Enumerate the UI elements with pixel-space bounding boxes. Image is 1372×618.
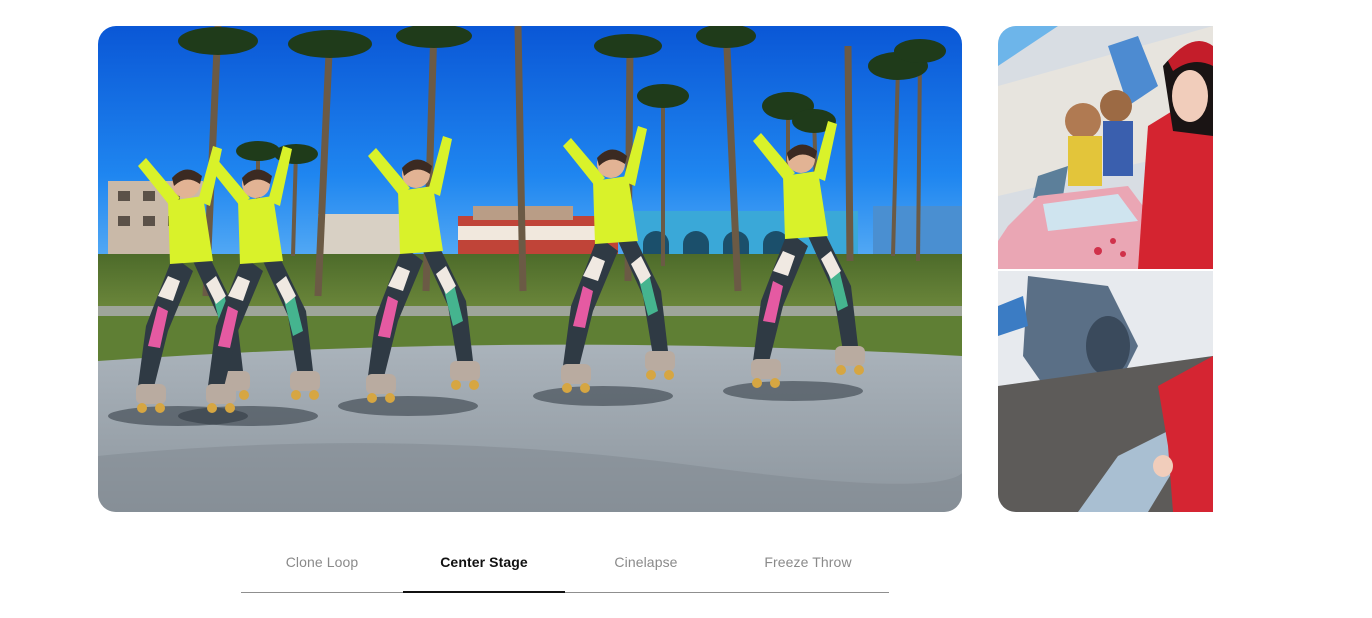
- tab-center-stage[interactable]: Center Stage: [403, 532, 565, 593]
- feature-tabs: Clone Loop Center Stage Cinelapse Freeze…: [241, 532, 889, 593]
- carousel-main-slide[interactable]: [98, 26, 962, 512]
- mural-dancer-image: [998, 26, 1213, 512]
- skater-clone-image: [98, 26, 962, 512]
- tab-cinelapse[interactable]: Cinelapse: [565, 532, 727, 592]
- tab-freeze-throw[interactable]: Freeze Throw: [727, 532, 889, 592]
- carousel-next-slide[interactable]: [998, 26, 1213, 512]
- feature-carousel: Clone Loop Center Stage Cinelapse Freeze…: [0, 0, 1372, 618]
- tab-clone-loop[interactable]: Clone Loop: [241, 532, 403, 592]
